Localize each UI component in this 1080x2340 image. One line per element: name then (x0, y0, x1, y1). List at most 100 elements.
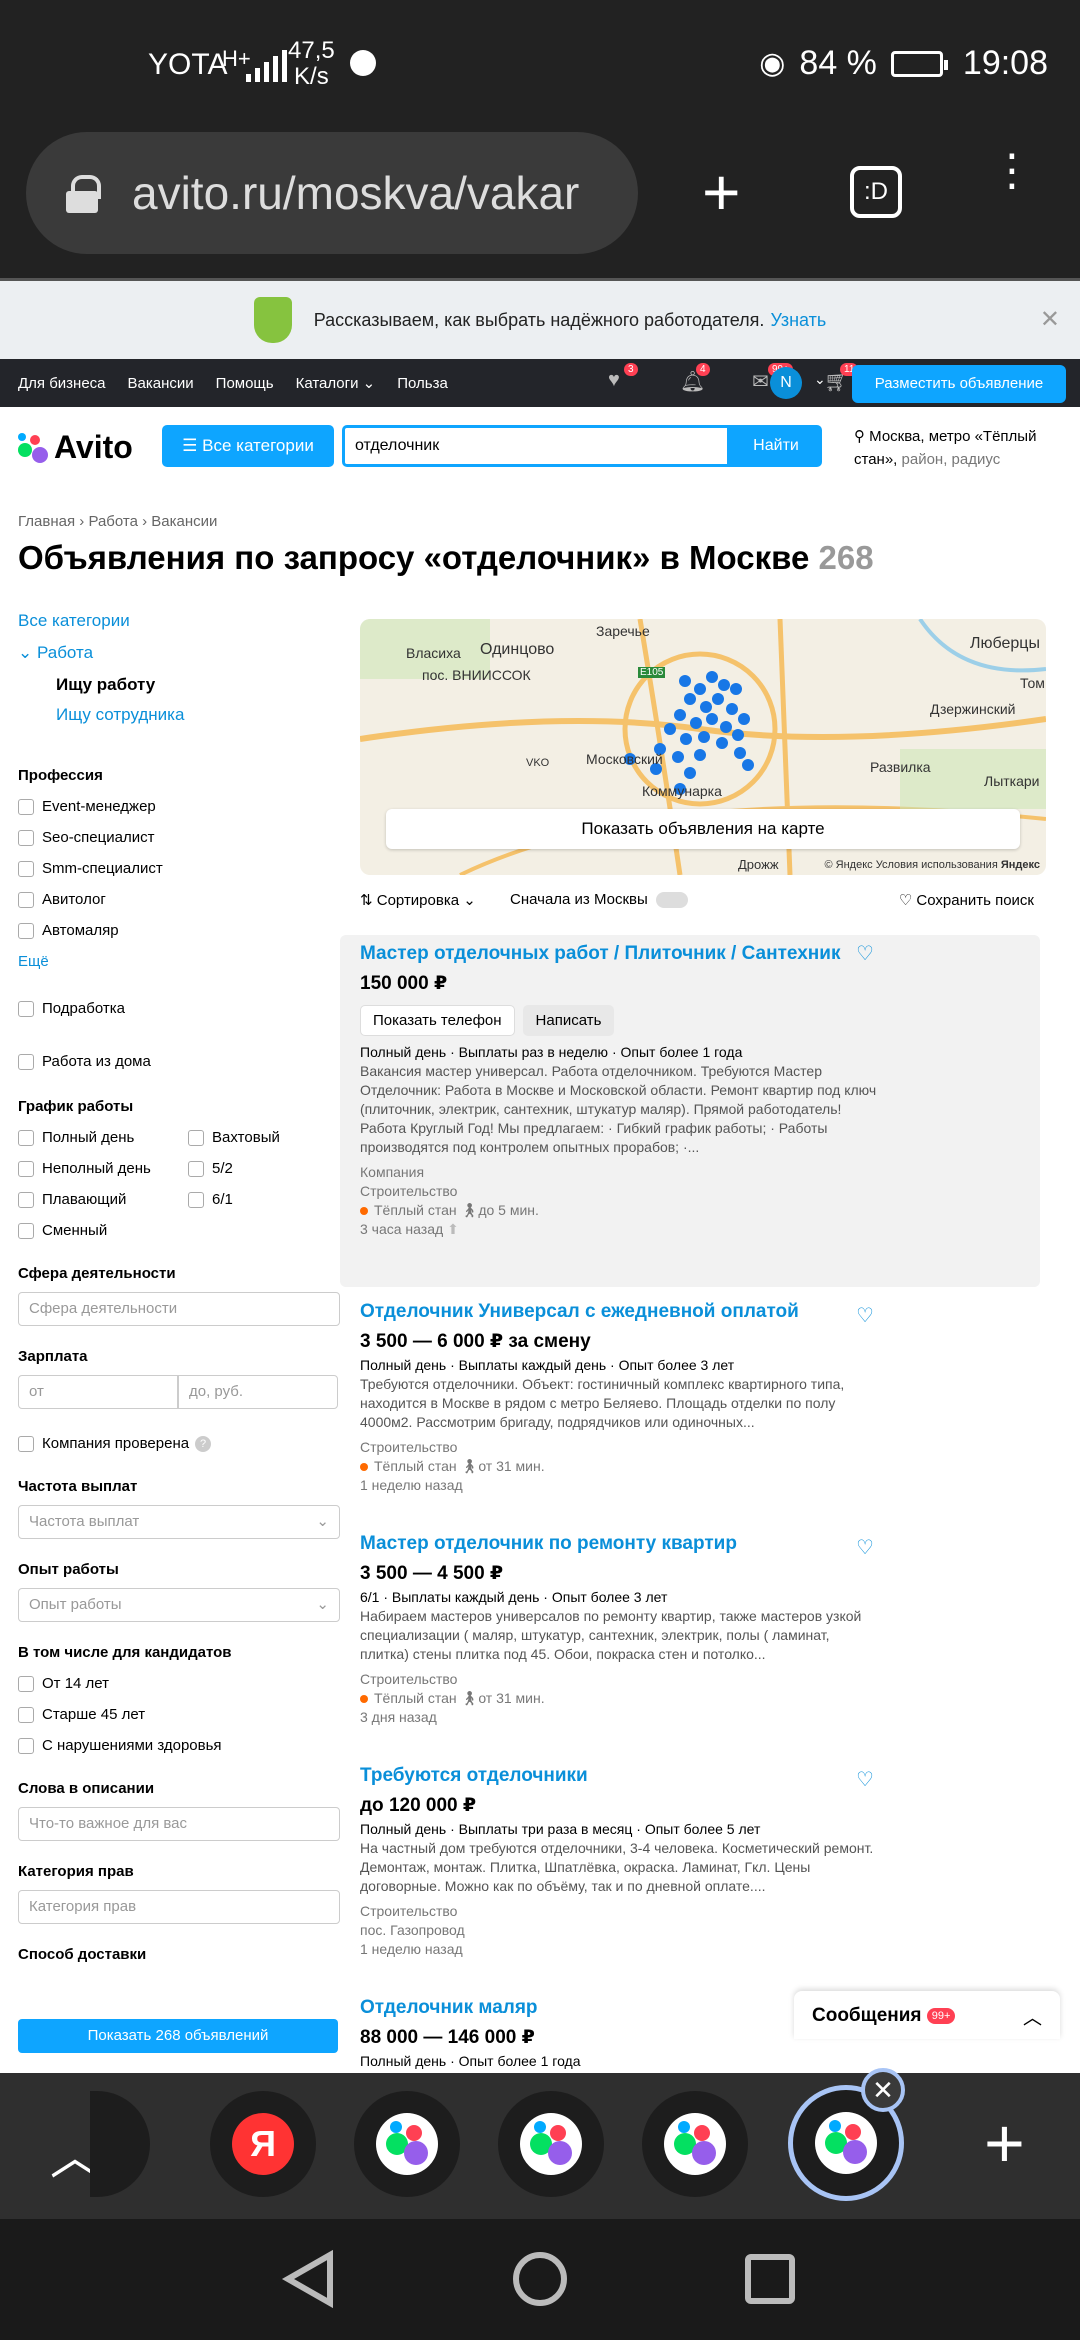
avito-icon (664, 2113, 726, 2175)
payout-select[interactable]: Частота выплат ⌄ (18, 1505, 340, 1539)
checkbox-parttime[interactable]: Подработка (18, 1000, 340, 1017)
chevron-up-icon[interactable]: ︿ (1023, 2003, 1042, 2030)
favorites-icon[interactable]: ♥ 3 (608, 363, 638, 397)
nav-vacancies[interactable]: Вакансии (128, 375, 194, 392)
checkbox-remote[interactable]: Работа из дома (18, 1053, 340, 1070)
checkbox-floating[interactable]: Плавающий (18, 1191, 188, 1208)
sub-find-employee[interactable]: Ищу сотрудника (56, 705, 340, 725)
favorite-heart-icon[interactable]: ♡ (856, 1303, 874, 1328)
sub-find-work[interactable]: Ищу работу (56, 675, 340, 695)
map-label: Власиха (406, 645, 461, 661)
checkbox-61[interactable]: 6/1 (188, 1191, 280, 1208)
url-field[interactable]: avito.ru/moskva/vakar (26, 132, 638, 254)
filter-icon: ☰ (182, 436, 203, 455)
listing-card[interactable]: Мастер отделочник по ремонту квартир ♡ 3… (360, 1531, 1060, 1727)
favorite-heart-icon[interactable]: ♡ (856, 941, 874, 966)
nav-benefit[interactable]: Польза (397, 375, 448, 392)
words-input[interactable]: Что-то важное для вас (18, 1807, 340, 1841)
tabs-switcher-icon[interactable]: :D (850, 166, 902, 218)
checkbox-automalyar[interactable]: Автомаляр (18, 922, 340, 939)
listing-title[interactable]: Отделочник маляр (360, 1995, 860, 2020)
close-icon[interactable]: ✕ (1040, 305, 1060, 334)
menu-icon[interactable]: ⋮ (990, 149, 1034, 193)
checkbox-52[interactable]: 5/2 (188, 1160, 280, 1177)
moscow-first-toggle[interactable]: Сначала из Москвы (510, 891, 688, 909)
sort-dropdown[interactable]: ⇅ Сортировка ⌄ (360, 892, 476, 909)
listing-card[interactable]: Мастер отделочных работ / Плиточник / Са… (340, 935, 1040, 1287)
listing-card[interactable]: Требуются отделочники ♡ до 120 000 ₽ Пол… (360, 1763, 1060, 1959)
save-search-button[interactable]: ♡ Сохранить поиск (899, 891, 1034, 909)
experience-select[interactable]: Опыт работы ⌄ (18, 1588, 340, 1622)
close-tab-icon[interactable]: ✕ (861, 2068, 905, 2112)
sphere-input[interactable]: Сфера деятельности (18, 1292, 340, 1326)
nav-catalogs[interactable]: Каталоги ⌄ (296, 374, 376, 392)
listing-category: Строительство (360, 1183, 458, 1199)
checkbox-company-verified[interactable]: Компания проверена? (18, 1435, 340, 1452)
show-on-map-button[interactable]: Показать объявления на карте (386, 809, 1020, 849)
write-button[interactable]: Написать (522, 1005, 615, 1036)
heart-icon: ♡ (898, 892, 917, 909)
tab-partial[interactable] (90, 2091, 150, 2197)
favorite-heart-icon[interactable]: ♡ (856, 1535, 874, 1560)
new-tab-icon[interactable]: + (702, 154, 741, 230)
listing-title[interactable]: Мастер отделочных работ / Плиточник / Са… (360, 941, 860, 966)
words-heading: Слова в описании (18, 1780, 155, 1797)
search-input[interactable]: отделочник (342, 425, 730, 467)
breadcrumb-home[interactable]: Главная (18, 513, 75, 530)
listing-title[interactable]: Мастер отделочник по ремонту квартир (360, 1531, 880, 1556)
tab-avito-1[interactable] (354, 2091, 460, 2197)
category-work[interactable]: ⌄ Работа (18, 643, 340, 663)
checkbox-avitolog[interactable]: Авитолог (18, 891, 340, 908)
checkbox-disabilities[interactable]: С нарушениями здоровья (18, 1737, 340, 1754)
site-header: Avito ☰ Все категории отделочник Найти ⚲… (0, 407, 1080, 489)
breadcrumb-vacancies[interactable]: Вакансии (151, 513, 217, 530)
signal-icon (246, 50, 287, 82)
nav-help[interactable]: Помощь (216, 375, 274, 392)
checkbox-event[interactable]: Event-менеджер (18, 798, 340, 815)
tab-avito-2[interactable] (498, 2091, 604, 2197)
salary-from-input[interactable]: от (18, 1375, 178, 1409)
listing-metro: Тёплый стан 🚶︎от 31 мин. (360, 1689, 1060, 1708)
checkbox-rotation[interactable]: Вахтовый (188, 1129, 280, 1146)
listing-card[interactable]: Отделочник Универсал с ежедневной оплато… (360, 1299, 1060, 1495)
breadcrumb-work[interactable]: Работа (88, 513, 138, 530)
messages-panel[interactable]: Сообщения 99+ ︿ (794, 1991, 1060, 2039)
listing-meta: Полный день · Выплаты каждый день · Опыт… (360, 1357, 735, 1373)
all-categories-link[interactable]: Все категории (18, 611, 340, 631)
show-phone-button[interactable]: Показать телефон (360, 1005, 515, 1036)
tab-avito-active[interactable]: ✕ (788, 2068, 905, 2201)
favorite-heart-icon[interactable]: ♡ (856, 1767, 874, 1792)
all-categories-button[interactable]: ☰ Все категории (162, 425, 334, 467)
help-icon[interactable]: ? (195, 1435, 212, 1452)
listing-title[interactable]: Требуются отделочники (360, 1763, 880, 1788)
nav-business[interactable]: Для бизнеса (18, 375, 106, 392)
new-tab-icon[interactable]: + (984, 2103, 1025, 2183)
cart-icon[interactable]: 🛒︎ 11 (824, 363, 859, 397)
notifications-icon[interactable]: 🔔︎ 4 (680, 363, 710, 397)
avatar[interactable]: N (770, 367, 802, 399)
tab-avito-3[interactable] (642, 2091, 748, 2197)
checkbox-from14[interactable]: От 14 лет (18, 1675, 340, 1692)
more-link[interactable]: Ещё (18, 953, 340, 970)
notice-link[interactable]: Узнать (770, 310, 826, 331)
license-input[interactable]: Категория прав (18, 1890, 340, 1924)
avito-logo[interactable]: Avito (18, 429, 133, 466)
checkbox-shift[interactable]: Сменный (18, 1222, 188, 1239)
location-selector[interactable]: ⚲ Москва, метро «Тёплый стан», район, ра… (854, 425, 1064, 471)
results-map[interactable]: Одинцово Заречье Люберцы Власиха пос. ВН… (360, 619, 1046, 875)
checkbox-smm[interactable]: Smm-специалист (18, 860, 340, 877)
post-ad-button[interactable]: Разместить объявление (852, 365, 1066, 403)
chevron-down-icon[interactable]: ⌄ (814, 371, 826, 388)
checkbox-seo[interactable]: Seo-специалист (18, 829, 340, 846)
checkbox-partday[interactable]: Неполный день (18, 1160, 188, 1177)
checkbox-fullday[interactable]: Полный день (18, 1129, 188, 1146)
toggle-switch[interactable] (655, 892, 688, 909)
salary-to-input[interactable]: до, руб. (178, 1375, 338, 1409)
checkbox-over45[interactable]: Старше 45 лет (18, 1706, 340, 1723)
listing-meta: Полный день · Опыт более 1 года (360, 2053, 581, 2069)
find-button[interactable]: Найти (730, 425, 822, 467)
tab-yandex[interactable]: Я (210, 2091, 316, 2197)
system-navigation-bar (0, 2219, 1080, 2340)
show-results-button[interactable]: Показать 268 объявлений (18, 2019, 338, 2053)
listing-title[interactable]: Отделочник Универсал с ежедневной оплато… (360, 1299, 880, 1324)
